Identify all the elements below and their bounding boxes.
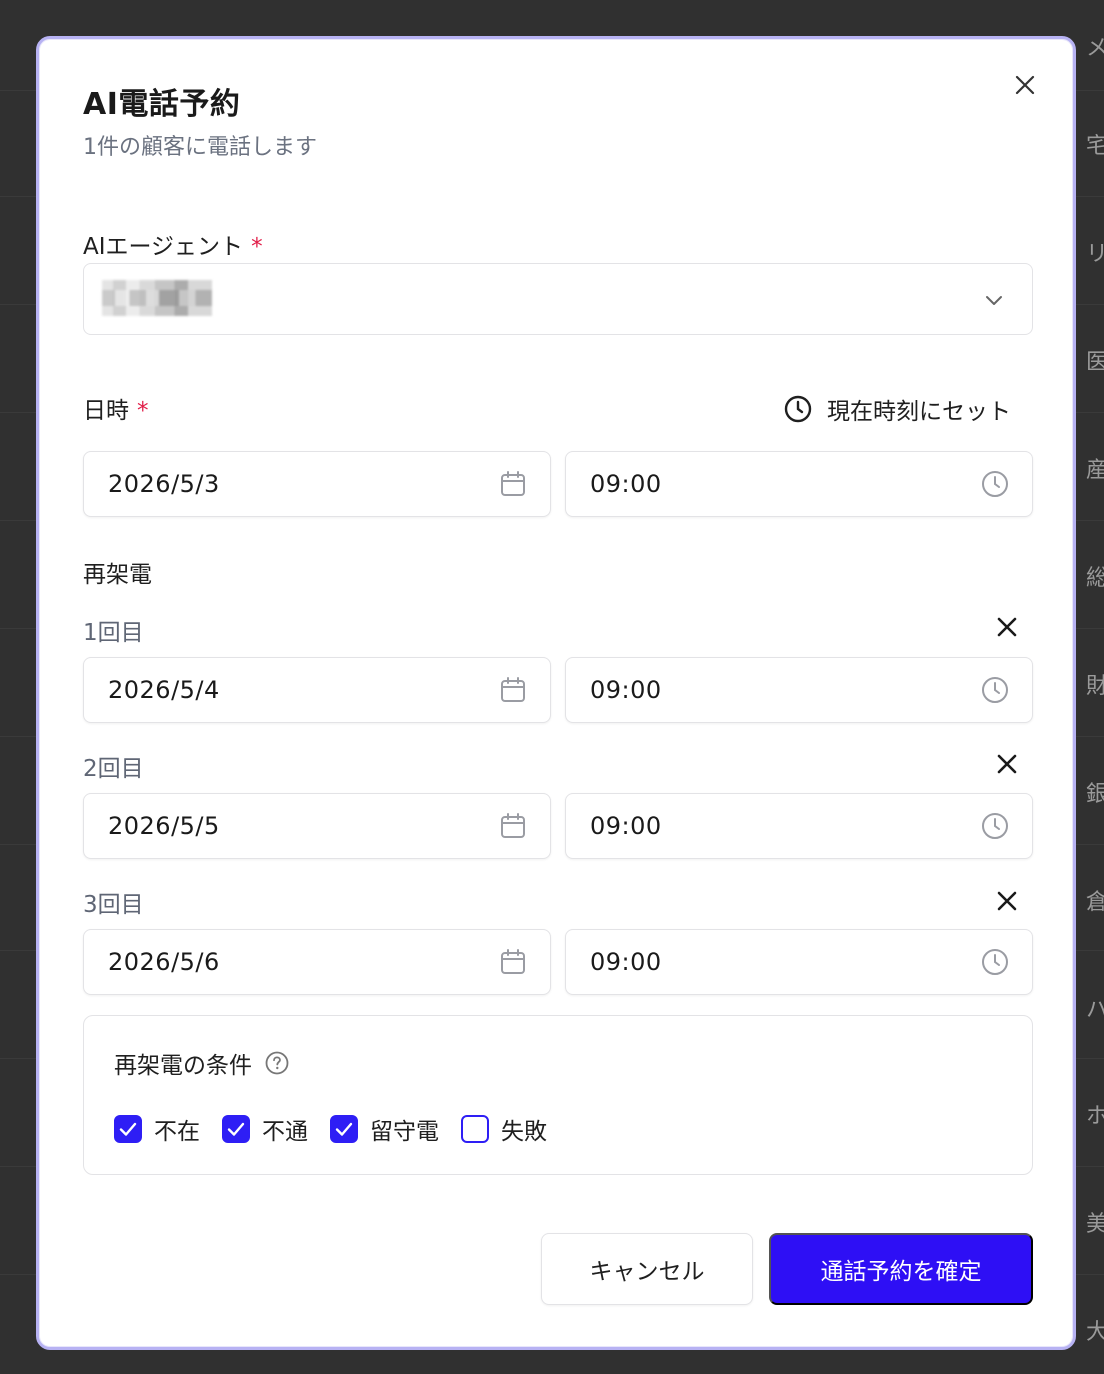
background-row-text: 大	[1086, 1320, 1104, 1345]
checkbox-box	[114, 1115, 142, 1143]
background-row-text: 産	[1086, 458, 1104, 483]
check-icon	[227, 1122, 245, 1136]
checkbox-box	[330, 1115, 358, 1143]
background-row-text: 宅	[1086, 134, 1104, 159]
retry-date-input[interactable]: 2026/5/5	[83, 793, 551, 859]
background-row-text: ホ	[1086, 1104, 1104, 1129]
calendar-icon	[501, 677, 525, 702]
dialog-title: AI電話予約	[83, 87, 241, 122]
retry-date-input[interactable]: 2026/5/4	[83, 657, 551, 723]
clock-icon	[982, 471, 1008, 497]
background-row-text: 銀	[1086, 782, 1104, 807]
retry-row-label: 1回目	[83, 620, 144, 646]
background-row-text: 財	[1086, 674, 1104, 699]
agent-label-text: AIエージェント	[83, 234, 244, 260]
time-value: 09:00	[590, 470, 662, 498]
calendar-icon	[501, 949, 525, 974]
clock-icon	[982, 813, 1008, 839]
background-row-text: 倉	[1086, 890, 1104, 915]
agent-select[interactable]	[83, 263, 1033, 335]
condition-voicemail-checkbox[interactable]: 留守電	[330, 1112, 439, 1146]
condition-label: 留守電	[370, 1119, 439, 1145]
required-mark: *	[251, 234, 263, 260]
chevron-down-icon	[986, 296, 1002, 305]
retry-time-input[interactable]: 09:00	[565, 929, 1033, 995]
retry-time-value: 09:00	[590, 676, 662, 704]
background-row-text: ハ	[1086, 998, 1104, 1023]
retry-conditions-title: 再架電の条件	[114, 1046, 290, 1080]
remove-retry-button[interactable]	[993, 887, 1021, 915]
condition-label: 不在	[154, 1119, 200, 1145]
clock-icon	[784, 395, 812, 423]
agent-label: AIエージェント *	[83, 227, 263, 261]
condition-absent-checkbox[interactable]: 不在	[114, 1112, 200, 1146]
date-value: 2026/5/3	[108, 470, 220, 498]
close-icon	[1015, 75, 1035, 95]
agent-name-redacted	[102, 280, 212, 316]
condition-label: 不通	[262, 1119, 308, 1145]
clock-icon	[982, 677, 1008, 703]
retry-time-value: 09:00	[590, 948, 662, 976]
help-icon[interactable]	[264, 1050, 290, 1076]
condition-unreachable-checkbox[interactable]: 不通	[222, 1112, 308, 1146]
retry-row-label: 2回目	[83, 756, 144, 782]
dialog-subtitle: 1件の顧客に電話します	[83, 135, 317, 160]
retry-time-input[interactable]: 09:00	[565, 657, 1033, 723]
background-row-text: メ	[1086, 36, 1104, 61]
retry-date-value: 2026/5/5	[108, 812, 220, 840]
calendar-icon	[501, 471, 525, 496]
condition-failed-checkbox[interactable]: 失敗	[461, 1112, 547, 1146]
retry-time-input[interactable]: 09:00	[565, 793, 1033, 859]
background-row-text: 総	[1086, 566, 1104, 591]
ai-call-reservation-dialog: AI電話予約 1件の顧客に電話します AIエージェント * 日時 * 現在時刻にセッ…	[36, 36, 1076, 1350]
time-input[interactable]: 09:00	[565, 451, 1033, 517]
datetime-label: 日時 *	[83, 391, 149, 425]
background-row-text: 医	[1086, 350, 1104, 375]
checkbox-box	[222, 1115, 250, 1143]
date-input[interactable]: 2026/5/3	[83, 451, 551, 517]
retry-conditions-panel: 再架電の条件 不在 不通 留守電 失敗	[83, 1015, 1033, 1175]
retry-conditions-title-text: 再架電の条件	[114, 1053, 252, 1079]
close-button[interactable]	[1009, 69, 1041, 101]
retry-date-input[interactable]: 2026/5/6	[83, 929, 551, 995]
background-row-text: リ	[1086, 242, 1104, 267]
set-current-time-button[interactable]: 現在時刻にセット	[783, 391, 1011, 427]
check-icon	[335, 1122, 353, 1136]
retry-date-value: 2026/5/4	[108, 676, 220, 704]
datetime-label-text: 日時	[83, 398, 129, 424]
check-icon	[119, 1122, 137, 1136]
remove-retry-button[interactable]	[993, 613, 1021, 641]
retry-date-value: 2026/5/6	[108, 948, 220, 976]
background-row-text: 美	[1086, 1212, 1104, 1237]
set-current-time-label: 現在時刻にセット	[827, 399, 1011, 425]
retry-row-label: 3回目	[83, 892, 144, 918]
cancel-button[interactable]: キャンセル	[541, 1233, 753, 1305]
clock-icon	[982, 949, 1008, 975]
remove-retry-button[interactable]	[993, 750, 1021, 778]
required-mark: *	[137, 398, 149, 424]
condition-label: 失敗	[501, 1119, 547, 1145]
confirm-reservation-button[interactable]: 通話予約を確定	[769, 1233, 1033, 1305]
retry-section-label: 再架電	[83, 562, 152, 588]
calendar-icon	[501, 813, 525, 838]
retry-time-value: 09:00	[590, 812, 662, 840]
checkbox-box	[461, 1115, 489, 1143]
retry-conditions-list: 不在 不通 留守電 失敗	[114, 1112, 547, 1146]
